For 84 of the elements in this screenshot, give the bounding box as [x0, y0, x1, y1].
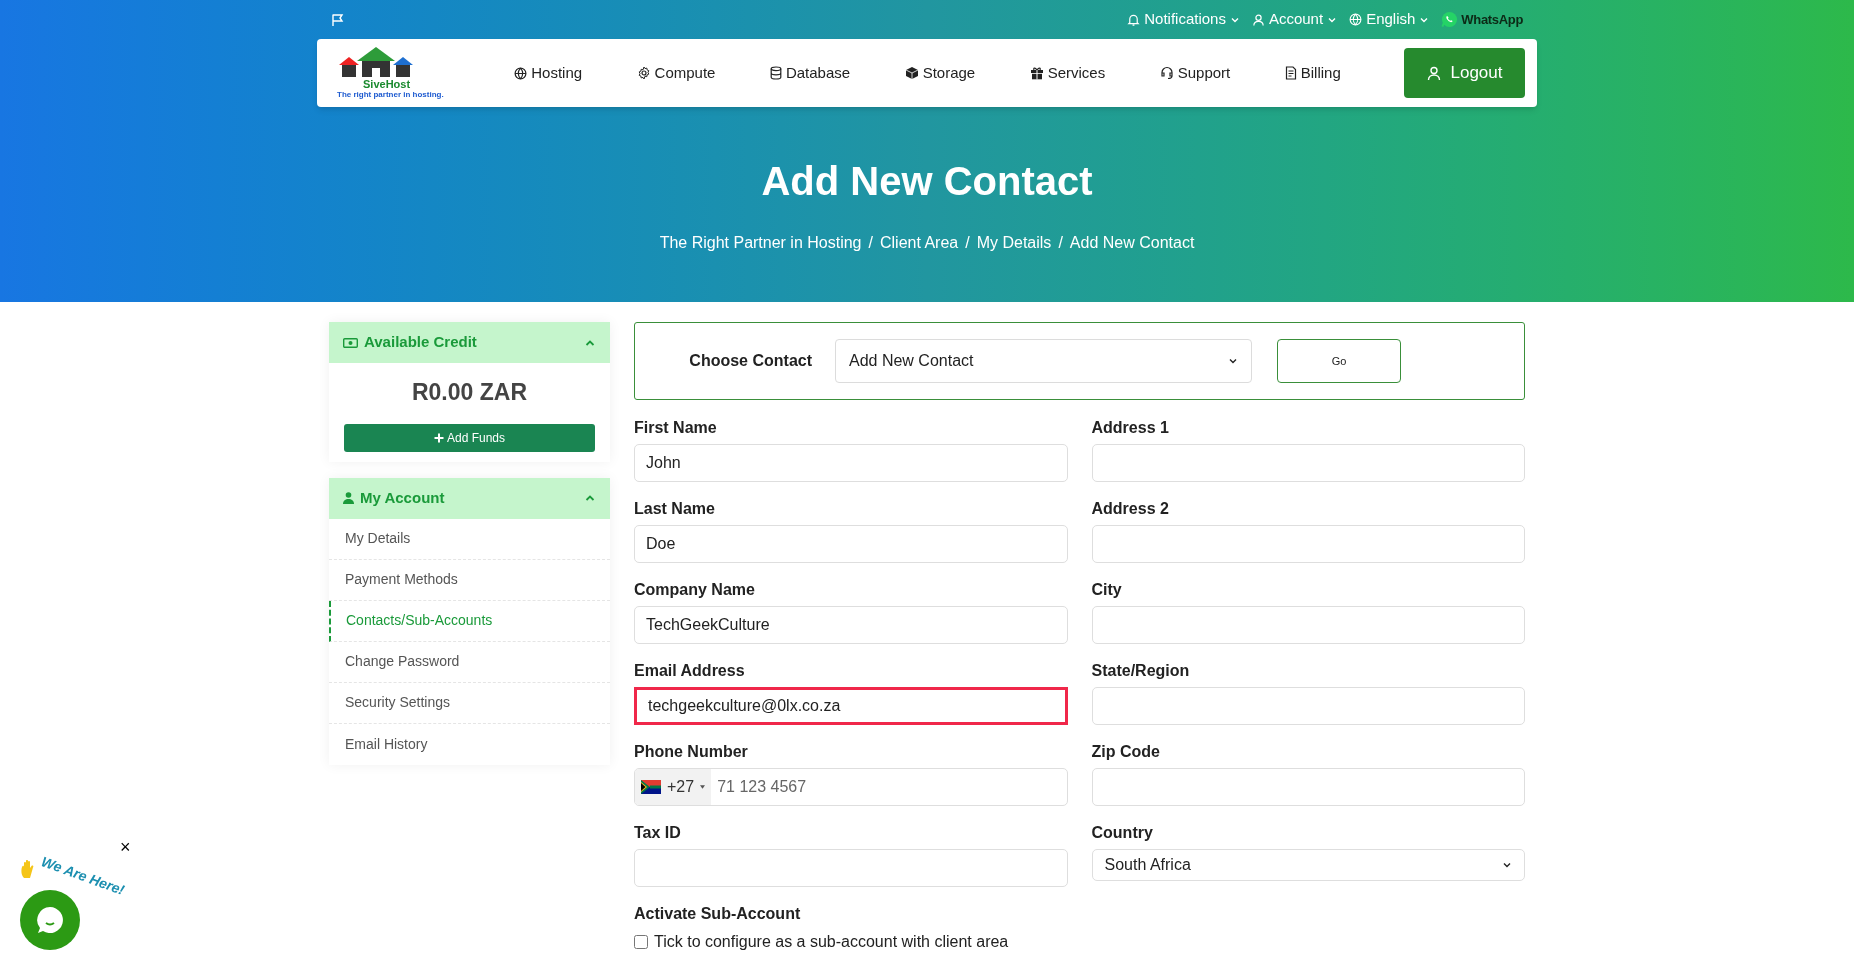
nav-link[interactable]: Storage	[904, 61, 976, 85]
chat-bubble-icon	[35, 905, 65, 935]
breadcrumb-separator: /	[964, 233, 971, 253]
nav-link[interactable]: Support	[1159, 61, 1231, 85]
choose-contact-label: Choose Contact	[688, 351, 813, 371]
panel-title: My Account	[360, 487, 445, 508]
nav-link[interactable]: Services	[1029, 61, 1106, 85]
input-field[interactable]: John	[634, 444, 1068, 482]
caret-icon	[700, 785, 706, 789]
input-field[interactable]: TechGeekCulture	[634, 606, 1068, 644]
whatsapp-icon	[1441, 11, 1459, 28]
flag-icon[interactable]	[331, 12, 345, 27]
field-label: Phone Number	[634, 742, 749, 762]
breadcrumb-separator: /	[867, 233, 874, 253]
logo-name: SiveHost	[362, 78, 411, 90]
credit-amount: R0.00 ZAR	[411, 378, 527, 407]
field-label: City	[1091, 580, 1123, 600]
sidebar-menu-item[interactable]: My Details	[329, 518, 610, 560]
input-field[interactable]	[634, 849, 1068, 887]
page-title: Add New Contact	[761, 158, 1093, 205]
sidebar-menu-item[interactable]: Change Password	[329, 641, 610, 683]
logout-button[interactable]: Logout	[1404, 48, 1525, 98]
input-field[interactable]	[1091, 444, 1525, 482]
input-field[interactable]	[1091, 768, 1525, 806]
sidebar-menu-item[interactable]: Contacts/Sub-Accounts	[329, 600, 610, 642]
globe-icon	[1349, 13, 1363, 26]
input-field[interactable]	[1091, 525, 1525, 563]
input-field[interactable]: Doe	[634, 525, 1068, 563]
waving-hand-icon	[20, 860, 36, 880]
input-field[interactable]	[1091, 606, 1525, 644]
sidebar-menu-item[interactable]: Email History	[329, 723, 610, 765]
input-field[interactable]: techgeekculture@0lx.co.za	[634, 687, 1068, 725]
field-label: Last Name	[634, 499, 716, 519]
bell-icon	[1127, 12, 1141, 27]
nav-link[interactable]: Billing	[1284, 61, 1341, 85]
nav-link[interactable]: Database	[769, 61, 851, 85]
country-select[interactable]: South Africa	[1091, 849, 1525, 881]
chevron-down-icon	[1228, 356, 1238, 366]
logo-tagline: The right partner in hosting.	[337, 89, 444, 100]
section-heading: Activate Sub-Account	[634, 904, 802, 924]
gift-icon	[1029, 66, 1044, 80]
field-label: Tax ID	[634, 823, 682, 843]
globe-icon	[514, 66, 528, 80]
contact-select[interactable]: Add New Contact	[835, 339, 1252, 383]
chat-button[interactable]	[20, 890, 80, 950]
gear-icon	[636, 66, 651, 80]
chevron-down-icon	[1502, 860, 1512, 870]
breadcrumb-current: Add New Contact	[1069, 233, 1195, 253]
checkbox[interactable]	[634, 935, 648, 949]
breadcrumb-link[interactable]: Client Area	[879, 231, 959, 255]
field-label: Company Name	[634, 580, 756, 600]
money-icon	[343, 337, 358, 348]
user-icon	[1251, 12, 1265, 27]
input-field[interactable]	[1091, 687, 1525, 725]
field-label: Country	[1091, 823, 1154, 843]
field-label: First Name	[634, 418, 718, 438]
logo[interactable]: SiveHost The right partner in hosting.	[337, 46, 447, 100]
phone-input[interactable]: 71 123 4567	[711, 769, 1067, 805]
database-icon	[769, 66, 782, 80]
flag-icon	[641, 780, 661, 794]
add-funds-button[interactable]: Add Funds	[344, 423, 595, 452]
headset-icon	[1159, 66, 1174, 80]
document-icon	[1284, 66, 1297, 80]
panel-title: Available Credit	[364, 332, 477, 353]
user-icon	[343, 492, 354, 504]
whatsapp-link[interactable]: WhatsApp	[1441, 9, 1523, 30]
sidebar-menu-item[interactable]: Payment Methods	[329, 559, 610, 601]
sidebar-menu-item[interactable]: Security Settings	[329, 682, 610, 724]
field-label: Email Address	[634, 661, 746, 681]
nav-link[interactable]: Hosting	[514, 61, 583, 85]
plus-icon	[433, 432, 444, 443]
box-icon	[904, 66, 919, 80]
field-label: Address 1	[1091, 418, 1170, 438]
country-code-picker[interactable]: +27	[635, 769, 712, 805]
field-label: Address 2	[1091, 499, 1170, 519]
field-label: Zip Code	[1091, 742, 1161, 762]
go-button[interactable]: Go	[1277, 339, 1401, 383]
nav-link[interactable]: Compute	[636, 61, 716, 85]
breadcrumb-separator: /	[1057, 233, 1064, 253]
breadcrumb-link[interactable]: The Right Partner in Hosting	[659, 231, 862, 255]
phone-field[interactable]: +27 71 123 4567	[634, 768, 1068, 806]
field-label: State/Region	[1091, 661, 1191, 681]
checkbox-label: Tick to configure as a sub-account with client area	[654, 932, 1009, 952]
user-icon	[1426, 65, 1441, 81]
